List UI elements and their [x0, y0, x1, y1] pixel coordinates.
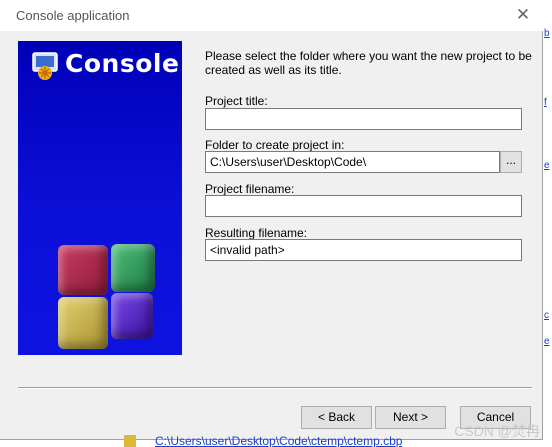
background-project-path: C:\Users\user\Desktop\Code\ctemp\ctemp.c… [155, 434, 403, 447]
background-window-strip [543, 0, 552, 447]
button-separator [18, 387, 532, 389]
intro-text: Please select the folder where you want … [205, 49, 532, 77]
console-app-icon [32, 52, 58, 80]
watermark: CSDN @焚冉 [454, 423, 540, 439]
project-title-label: Project title: [205, 94, 268, 108]
background-link-fragment: b [544, 28, 550, 39]
project-file-icon [124, 435, 136, 447]
project-filename-input[interactable] [205, 195, 522, 217]
cube-green [111, 244, 155, 292]
background-link-fragment: e [544, 160, 550, 171]
wizard-banner: Console [18, 41, 182, 355]
background-link-fragment: e [544, 336, 550, 347]
cube-yellow [58, 297, 108, 349]
next-button[interactable]: Next > [375, 406, 446, 429]
folder-label: Folder to create project in: [205, 138, 345, 152]
banner-brand: Console [65, 49, 180, 78]
console-application-dialog: Console application ✕ Console Please sel… [0, 0, 543, 440]
cube-purple [111, 293, 153, 339]
background-link-fragment: f [544, 97, 547, 108]
browse-folder-button[interactable]: ... [500, 151, 522, 173]
resulting-filename-field: <invalid path> [205, 239, 522, 261]
project-filename-label: Project filename: [205, 182, 295, 196]
project-title-input[interactable] [205, 108, 522, 130]
title-bar: Console application ✕ [0, 0, 543, 31]
folder-input[interactable]: C:\Users\user\Desktop\Code\ [205, 151, 500, 173]
back-button[interactable]: < Back [301, 406, 372, 429]
background-link-fragment: c [544, 310, 549, 321]
close-icon[interactable]: ✕ [509, 2, 537, 28]
cube-red [58, 245, 108, 295]
resulting-filename-label: Resulting filename: [205, 226, 308, 240]
window-title: Console application [16, 8, 130, 23]
